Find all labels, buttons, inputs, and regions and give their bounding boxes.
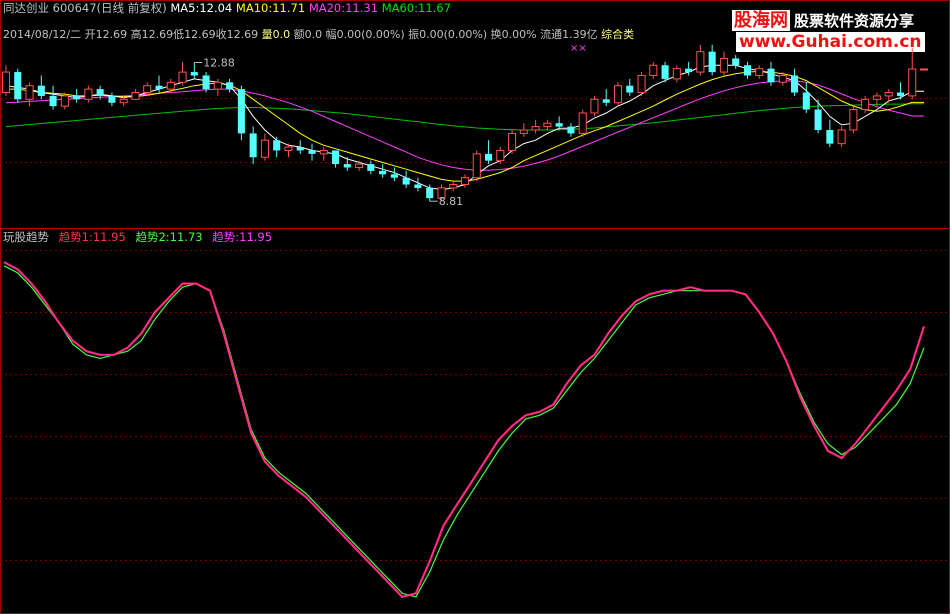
- candle-body-up: [213, 81, 222, 90]
- candle-body-up: [849, 109, 858, 131]
- candle-body-down: [155, 85, 163, 90]
- candle-body-up: [778, 74, 787, 83]
- candle-body-up: [460, 177, 470, 186]
- candle-body-down: [402, 177, 410, 185]
- candle-body-down: [485, 153, 493, 161]
- candle-body-up: [872, 95, 881, 100]
- candle-body-down: [308, 150, 316, 154]
- candle-body-down: [426, 187, 434, 199]
- candle-body-down: [685, 68, 693, 73]
- candle-body-down: [190, 72, 198, 76]
- candle-body-down: [602, 99, 610, 103]
- high-price-annotation: 12.88: [203, 57, 235, 70]
- candle-body-down: [826, 130, 834, 144]
- candle-body-up: [613, 85, 623, 104]
- candle-body-up: [908, 68, 917, 97]
- candle-body-up: [449, 184, 458, 189]
- candle-body-up: [696, 51, 705, 73]
- chart-canvas[interactable]: 12.88 8.81: [0, 0, 950, 614]
- candle-body-down: [332, 150, 340, 165]
- candle-body-down: [73, 95, 81, 100]
- ma60-line: [5, 103, 924, 131]
- candle-body-up: [119, 98, 128, 104]
- candle-body-up: [472, 153, 481, 179]
- candle-body-up: [284, 146, 293, 151]
- candle-body-down: [814, 109, 822, 130]
- candle-body-down: [791, 75, 799, 93]
- candle-body-down: [802, 92, 810, 110]
- candle-body-down: [567, 126, 575, 134]
- candle-body-up: [25, 85, 34, 100]
- candle-body-up: [508, 132, 517, 151]
- candle-body-down: [626, 85, 634, 93]
- candle-body-down: [249, 133, 257, 158]
- candle-body-down: [343, 164, 351, 168]
- candle-body-down: [273, 140, 281, 151]
- trend2-line: [3, 265, 925, 598]
- candle-body-up: [649, 64, 658, 76]
- candle-body-down: [390, 174, 398, 178]
- candle-body-up: [496, 149, 505, 162]
- ma20-line: [5, 80, 924, 171]
- candle-body-up: [178, 71, 187, 83]
- candle-body-down: [226, 82, 234, 90]
- candle-body-up: [861, 98, 870, 111]
- low-price-annotation: 8.81: [439, 195, 464, 208]
- candle-body-down: [96, 89, 104, 96]
- candle-body-down: [743, 65, 751, 76]
- candle-body-up: [1, 71, 11, 94]
- chart-frame: [0, 0, 950, 614]
- candle-body-up: [60, 95, 69, 107]
- candle-body-down: [14, 72, 22, 100]
- candle-body-down: [367, 164, 375, 171]
- candle-body-down: [661, 65, 669, 79]
- candle-body-up: [166, 81, 175, 90]
- candle-body-up: [519, 129, 528, 134]
- candle-body-up: [578, 112, 587, 134]
- candle-body-down: [237, 89, 245, 134]
- ma5-line: [5, 64, 924, 191]
- candle-body-up: [355, 163, 364, 168]
- candle-body-down: [37, 85, 45, 96]
- candle-body-down: [896, 92, 904, 96]
- candle-body-up: [719, 57, 728, 73]
- candle-body-down: [49, 95, 57, 107]
- candle-body-up: [884, 92, 893, 97]
- candle-body-up: [755, 68, 764, 76]
- candle-body-up: [319, 149, 328, 155]
- candle-body-up: [672, 68, 681, 80]
- candle-body-down: [708, 51, 716, 73]
- candle-body-down: [202, 75, 210, 90]
- candle-body-up: [260, 139, 269, 158]
- candle-body-down: [108, 95, 116, 103]
- candle-body-down: [296, 147, 304, 151]
- candle-body-down: [379, 170, 387, 175]
- candle-body-down: [767, 68, 775, 83]
- candle-body-up: [919, 68, 929, 71]
- candle-body-up: [837, 129, 846, 145]
- candle-body-up: [590, 98, 599, 114]
- candle-body-up: [84, 88, 93, 100]
- candle-body-up: [637, 74, 646, 94]
- candle-body-up: [543, 122, 552, 128]
- candle-body-up: [143, 85, 152, 94]
- candle-body-up: [131, 92, 140, 100]
- candle-body-up: [531, 126, 540, 131]
- candle-body-down: [555, 123, 563, 127]
- candle-body-down: [732, 58, 740, 66]
- candle-body-down: [414, 184, 422, 188]
